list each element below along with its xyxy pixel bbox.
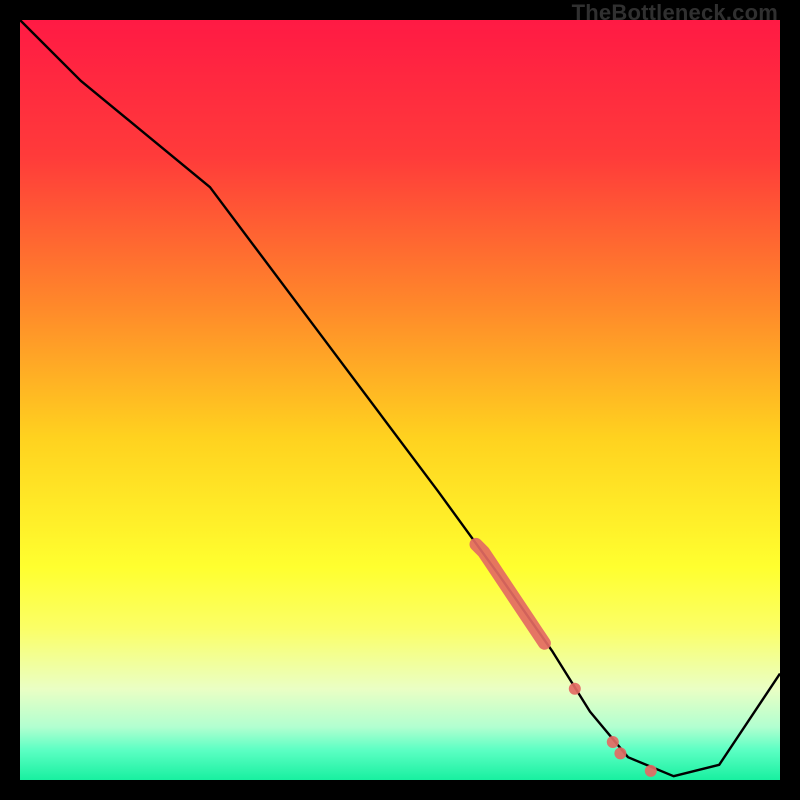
point-c (614, 747, 626, 759)
plot-area (20, 20, 780, 780)
chart-frame: TheBottleneck.com (0, 0, 800, 800)
point-d (645, 765, 657, 777)
gradient-background (20, 20, 780, 780)
chart-svg (20, 20, 780, 780)
point-b (607, 736, 619, 748)
point-a (569, 683, 581, 695)
watermark-text: TheBottleneck.com (572, 0, 778, 26)
